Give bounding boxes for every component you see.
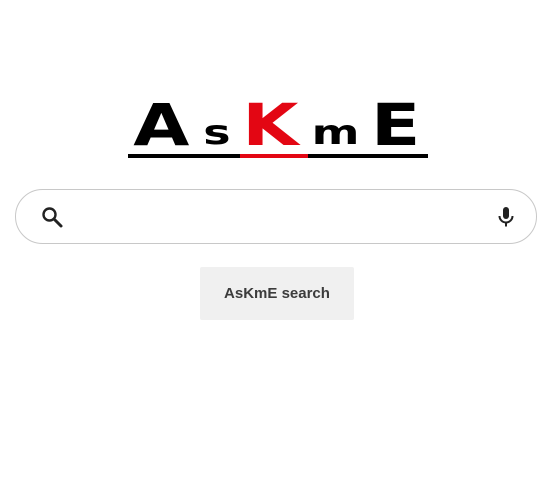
askme-logo: A s K m E <box>128 91 428 162</box>
logo-letters: A s K m E <box>128 91 428 159</box>
search-icon[interactable] <box>40 205 64 229</box>
search-bar[interactable] <box>15 189 537 244</box>
logo-letter-m: m <box>311 113 361 153</box>
search-input[interactable] <box>78 198 482 238</box>
logo-letter-e: E <box>371 91 423 159</box>
microphone-icon[interactable] <box>494 205 518 229</box>
askme-search-button[interactable]: AsKmE search <box>200 267 354 320</box>
logo-letter-a: A <box>133 91 191 159</box>
logo-underline-accent <box>240 154 308 158</box>
page: A s K m E AsKmE search <box>0 0 548 480</box>
logo-letter-k: K <box>242 91 300 159</box>
logo-letter-s: s <box>203 113 232 153</box>
